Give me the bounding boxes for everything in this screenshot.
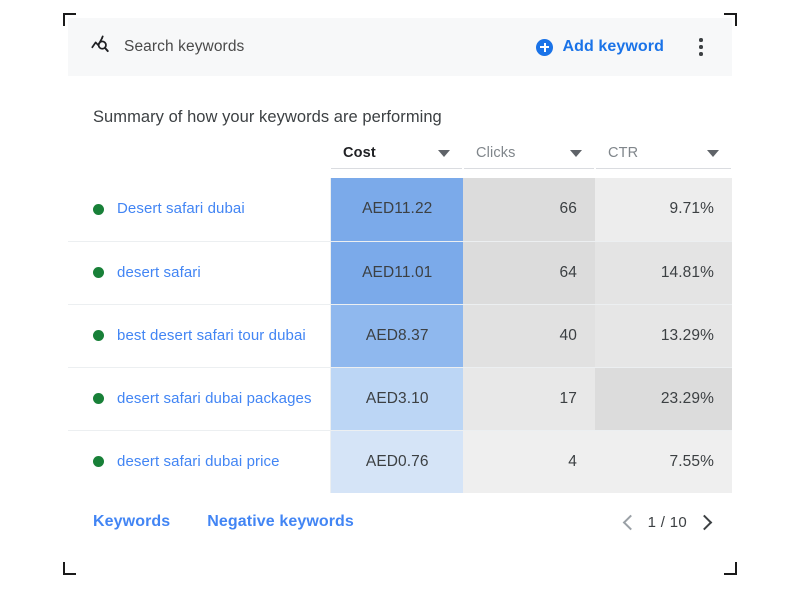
status-dot-icon (93, 203, 104, 215)
cell-keyword: desert safari dubai packages (68, 367, 331, 431)
column-header-cost-label: Cost (343, 145, 376, 161)
card-topbar: Search keywords Add keyword (68, 18, 732, 76)
table-header: Cost Clicks CTR (68, 145, 732, 178)
cell-cost: AED11.01 (330, 241, 463, 305)
topbar-left-group: Search keywords (90, 34, 536, 61)
cell-cost: AED0.76 (330, 430, 463, 493)
more-dot (699, 51, 703, 56)
column-header-ctr-inner[interactable]: CTR (596, 145, 731, 169)
cell-ctr: 14.81% (595, 241, 732, 305)
cell-clicks: 40 (463, 304, 595, 368)
keyword-cell-inner: desert safari dubai price (93, 451, 329, 473)
summary-heading: Summary of how your keywords are perform… (93, 108, 442, 126)
table-row[interactable]: desert safari dubai price AED0.76 4 7.55% (68, 430, 732, 493)
cell-clicks: 66 (463, 178, 595, 242)
cell-clicks: 4 (463, 430, 595, 493)
column-header-cost-inner[interactable]: Cost (331, 145, 462, 169)
keyword-cell-inner: desert safari (93, 262, 329, 284)
search-keywords-icon (90, 34, 112, 61)
sort-desc-caret-icon[interactable] (570, 149, 582, 157)
keyword-link[interactable]: Desert safari dubai (117, 198, 245, 220)
keyword-link[interactable]: desert safari dubai packages (117, 388, 312, 410)
column-header-keyword (68, 145, 330, 178)
keyword-link[interactable]: best desert safari tour dubai (117, 325, 306, 347)
cell-clicks: 17 (463, 367, 595, 431)
column-header-clicks[interactable]: Clicks (463, 145, 595, 178)
cell-keyword: Desert safari dubai (68, 178, 331, 242)
table-row[interactable]: desert safari dubai packages AED3.10 17 23.… (68, 367, 732, 431)
column-header-ctr[interactable]: CTR (595, 145, 732, 178)
pagination-label: 1 / 10 (647, 513, 687, 531)
chevron-right-icon[interactable] (696, 514, 713, 530)
card-title: Search keywords (124, 38, 245, 55)
column-header-keyword-inner (69, 162, 329, 169)
status-dot-icon (93, 456, 104, 468)
column-header-cost[interactable]: Cost (330, 145, 463, 178)
add-keyword-button[interactable]: Add keyword (536, 38, 664, 56)
footer-links: Keywords Negative keywords (93, 513, 625, 531)
column-header-ctr-label: CTR (608, 145, 639, 161)
footer-link-negative-keywords[interactable]: Negative keywords (207, 513, 354, 531)
card-footer: Keywords Negative keywords 1 / 10 (68, 493, 732, 551)
cell-ctr: 23.29% (595, 367, 732, 431)
table-row[interactable]: Desert safari dubai AED11.22 66 9.71% (68, 178, 732, 242)
column-header-clicks-label: Clicks (476, 145, 516, 161)
status-dot-icon (93, 267, 104, 278)
cell-ctr: 13.29% (595, 304, 732, 368)
plus-circle-icon (536, 38, 554, 56)
keyword-cell-inner: desert safari dubai packages (93, 388, 329, 410)
column-header-clicks-inner[interactable]: Clicks (464, 145, 594, 169)
more-vert-icon[interactable] (690, 34, 712, 60)
keyword-link[interactable]: desert safari (117, 262, 201, 284)
status-dot-icon (93, 393, 104, 404)
cell-cost: AED8.37 (330, 304, 463, 368)
more-dot (699, 38, 703, 43)
more-dot (699, 45, 703, 49)
status-dot-icon (93, 330, 104, 341)
cell-cost: AED3.10 (330, 367, 463, 431)
cell-ctr: 9.71% (595, 178, 732, 242)
cell-keyword: best desert safari tour dubai (68, 304, 331, 368)
table-row[interactable]: desert safari AED11.01 64 14.81% (68, 241, 732, 305)
add-keyword-label: Add keyword (562, 38, 664, 55)
sort-desc-caret-icon[interactable] (707, 149, 719, 157)
cell-ctr: 7.55% (595, 430, 732, 493)
keywords-table: Cost Clicks CTR Desert safari dubai AED1… (68, 145, 732, 493)
cell-keyword: desert safari (68, 241, 331, 305)
sort-desc-caret-icon[interactable] (438, 149, 450, 157)
screenshot-capture-frame: Search keywords Add keyword Summary of h… (63, 13, 737, 575)
search-keywords-card: Search keywords Add keyword Summary of h… (68, 18, 732, 570)
keyword-cell-inner: best desert safari tour dubai (93, 325, 329, 347)
table-body: Desert safari dubai AED11.22 66 9.71% desert… (68, 178, 732, 493)
cell-cost: AED11.22 (330, 178, 463, 242)
chevron-left-icon[interactable] (622, 514, 638, 530)
cell-clicks: 64 (463, 241, 595, 305)
cell-keyword: desert safari dubai price (68, 430, 331, 493)
keyword-cell-inner: Desert safari dubai (93, 198, 329, 220)
footer-link-keywords[interactable]: Keywords (93, 513, 170, 531)
pagination: 1 / 10 (622, 513, 713, 531)
table-header-row: Cost Clicks CTR (68, 145, 732, 178)
table-row[interactable]: best desert safari tour dubai AED8.37 40 13… (68, 304, 732, 368)
keyword-link[interactable]: desert safari dubai price (117, 451, 280, 473)
